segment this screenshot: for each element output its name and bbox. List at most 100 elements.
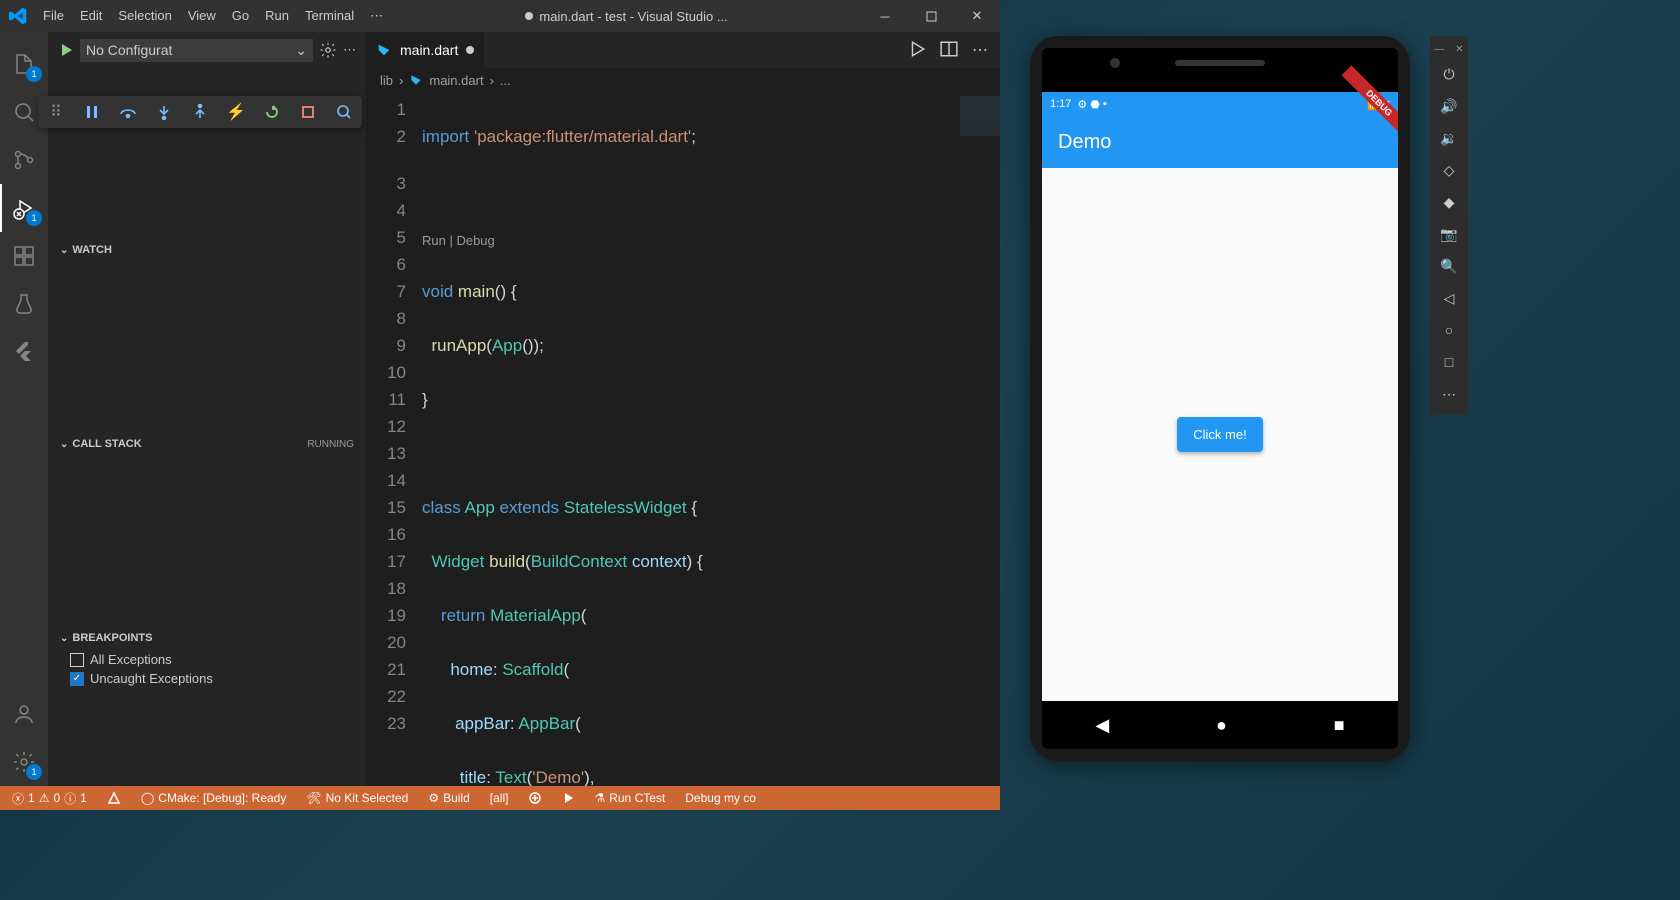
status-time: 1:17 (1050, 98, 1071, 110)
chevron-down-icon: ⌄ (60, 439, 68, 450)
menu-selection[interactable]: Selection (110, 0, 179, 32)
menu-go[interactable]: Go (224, 0, 257, 32)
section-breakpoints[interactable]: ⌄ BREAKPOINTS (48, 626, 366, 650)
run-config-select[interactable]: No Configurat ⌄ (80, 39, 313, 62)
editor-tabs: main.dart ⋯ (366, 32, 1000, 68)
minimize-icon[interactable]: — (1434, 44, 1444, 55)
more-icon[interactable]: ⋯ (972, 40, 988, 60)
restart-icon[interactable] (260, 100, 284, 124)
pause-icon[interactable] (80, 100, 104, 124)
status-target-icon[interactable] (101, 791, 127, 805)
camera-icon[interactable]: 📷 (1435, 219, 1463, 249)
chevron-down-icon: ⌄ (60, 245, 68, 256)
activity-extensions[interactable] (0, 232, 48, 280)
home-icon[interactable]: ○ (1435, 315, 1463, 345)
menu-file[interactable]: File (35, 0, 72, 32)
overview-icon[interactable]: □ (1435, 347, 1463, 377)
activity-testing[interactable] (0, 280, 48, 328)
menu-terminal[interactable]: Terminal (297, 0, 362, 32)
breakpoint-item[interactable]: ✓ Uncaught Exceptions (48, 669, 366, 688)
power-icon[interactable]: ⏻ (1435, 59, 1463, 89)
debug-toolbar[interactable]: ⠿ ⚡ (38, 96, 362, 128)
nav-recent-icon[interactable]: ■ (1334, 715, 1345, 736)
status-cmake[interactable]: ◯ CMake: [Debug]: Ready (135, 791, 293, 805)
step-over-icon[interactable] (116, 100, 140, 124)
code-editor[interactable]: 1234567891011121314151617181920212223 im… (366, 92, 1000, 786)
nav-home-icon[interactable]: ● (1216, 715, 1227, 736)
minimize-button[interactable]: ─ (862, 0, 908, 32)
window-title: main.dart - test - Visual Studio ... (391, 9, 862, 24)
vscode-logo-icon (0, 7, 35, 25)
checkbox-icon[interactable] (70, 653, 84, 667)
chevron-right-icon: › (399, 73, 403, 88)
status-build[interactable]: ⚙ Build (422, 791, 475, 805)
run-debug-sidebar: No Configurat ⌄ ⋯ ⌄ WATCH ⌄ CALL STACK R… (48, 32, 366, 786)
activity-accounts[interactable] (0, 690, 48, 738)
menu-run[interactable]: Run (257, 0, 297, 32)
activity-explorer[interactable]: 1 (0, 40, 48, 88)
menu-bar: File Edit Selection View Go Run Terminal… (35, 0, 391, 32)
emulator-toolbar: — ✕ ⏻ 🔊 🔉 ◇ ◆ 📷 🔍 ◁ ○ □ ⋯ (1430, 36, 1468, 415)
status-ctest[interactable]: ⚗ Run CTest (588, 791, 671, 805)
devtools-icon[interactable] (332, 100, 356, 124)
menu-edit[interactable]: Edit (72, 0, 110, 32)
gear-icon[interactable] (319, 41, 337, 59)
status-debug-launch[interactable] (522, 791, 548, 805)
status-kit[interactable]: 🛠 No Kit Selected (300, 791, 414, 805)
more-icon[interactable]: ⋯ (1435, 379, 1463, 409)
status-debug-app[interactable]: Debug my co (679, 791, 762, 805)
status-problems[interactable]: ⓧ1 ⚠0 ⓘ1 (6, 790, 93, 807)
drag-handle-icon[interactable]: ⠿ (44, 100, 68, 124)
codelens[interactable]: Run | Debug (422, 231, 960, 251)
breadcrumbs[interactable]: lib › main.dart › ... (366, 68, 1000, 92)
volume-down-icon[interactable]: 🔉 (1435, 123, 1463, 153)
breakpoint-item[interactable]: All Exceptions (48, 650, 366, 669)
run-icon[interactable] (908, 40, 926, 60)
menu-view[interactable]: View (180, 0, 224, 32)
status-target[interactable]: [all] (484, 791, 515, 805)
activity-source-control[interactable] (0, 136, 48, 184)
activity-settings[interactable]: 1 (0, 738, 48, 786)
chevron-down-icon: ⌄ (60, 633, 68, 644)
tab-main-dart[interactable]: main.dart (366, 32, 484, 68)
hot-reload-icon[interactable]: ⚡ (224, 100, 248, 124)
start-debug-icon[interactable] (58, 42, 74, 58)
code-content[interactable]: import 'package:flutter/material.dart'; … (422, 92, 960, 786)
checkbox-icon[interactable]: ✓ (70, 672, 84, 686)
dirty-dot-icon (466, 46, 474, 54)
run-config-row: No Configurat ⌄ ⋯ (48, 32, 366, 68)
menu-overflow[interactable]: ⋯ (362, 0, 391, 32)
stop-outline-icon: ◯ (141, 791, 154, 805)
activity-run-debug[interactable]: 1 (0, 184, 48, 232)
editor-area: main.dart ⋯ lib › main.dart › ... 123456… (366, 32, 1000, 786)
step-into-icon[interactable] (152, 100, 176, 124)
minimap[interactable] (960, 92, 1000, 786)
back-icon[interactable]: ◁ (1435, 283, 1463, 313)
info-icon: ⓘ (64, 790, 76, 807)
section-callstack[interactable]: ⌄ CALL STACK RUNNING (48, 432, 366, 456)
settings-badge: 1 (26, 764, 42, 780)
app-title: Demo (1058, 131, 1111, 154)
chevron-down-icon: ⌄ (295, 42, 307, 59)
device-frame: 1:17 ⚙ ⬣ ▪ 📶 ▮ DEBUG Demo Click me! ◀ ● … (1030, 36, 1410, 761)
click-me-button[interactable]: Click me! (1177, 417, 1262, 452)
nav-back-icon[interactable]: ◀ (1095, 715, 1109, 736)
section-watch[interactable]: ⌄ WATCH (48, 238, 366, 262)
vscode-window: File Edit Selection View Go Run Terminal… (0, 0, 1000, 810)
debug-badge: 1 (26, 210, 42, 226)
more-icon[interactable]: ⋯ (343, 42, 356, 58)
stop-icon[interactable] (296, 100, 320, 124)
close-button[interactable]: ✕ (954, 0, 1000, 32)
volume-up-icon[interactable]: 🔊 (1435, 91, 1463, 121)
close-icon[interactable]: ✕ (1455, 44, 1463, 55)
square-icon: ▪ (1103, 98, 1107, 110)
status-play-icon[interactable] (556, 792, 580, 804)
zoom-icon[interactable]: 🔍 (1435, 251, 1463, 281)
rotate-left-icon[interactable]: ◇ (1435, 155, 1463, 185)
callstack-body (48, 456, 366, 626)
maximize-button[interactable] (908, 0, 954, 32)
activity-flutter[interactable] (0, 328, 48, 376)
step-out-icon[interactable] (188, 100, 212, 124)
rotate-right-icon[interactable]: ◆ (1435, 187, 1463, 217)
split-editor-icon[interactable] (940, 40, 958, 60)
